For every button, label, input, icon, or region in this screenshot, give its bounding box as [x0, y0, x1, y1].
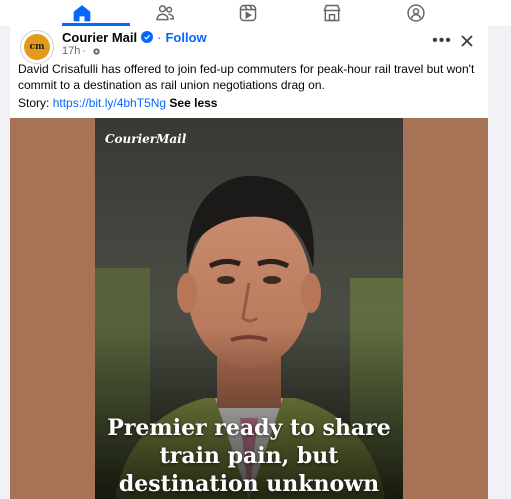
nav-marketplace-tab[interactable] — [302, 0, 362, 26]
follow-button[interactable]: Follow — [165, 30, 206, 45]
post-image: CourierMail Premier ready to share train… — [95, 118, 403, 499]
marketplace-icon — [323, 4, 341, 22]
post-meta: 17h · — [62, 45, 101, 57]
see-less-button[interactable]: See less — [169, 96, 217, 110]
courier-mail-logo: cm — [24, 34, 50, 60]
courier-mail-watermark: CourierMail — [105, 132, 187, 146]
close-icon — [461, 35, 473, 47]
post-timestamp[interactable]: 17h — [62, 45, 80, 57]
groups-icon — [407, 4, 425, 22]
nav-video-tab[interactable] — [218, 0, 278, 26]
nav-groups-tab[interactable] — [386, 0, 446, 26]
separator: · — [157, 29, 162, 45]
headline-line-2: train pain, but — [159, 443, 339, 469]
headline-line-3: destination unknown — [118, 471, 380, 497]
post-text: David Crisafulli has offered to join fed… — [18, 62, 475, 92]
story-link[interactable]: https://bit.ly/4bhT5Ng — [53, 96, 166, 110]
video-icon — [239, 4, 257, 22]
friends-icon — [156, 5, 175, 21]
close-button[interactable] — [457, 31, 477, 51]
image-headline: Premier ready to share train pain, but d… — [95, 414, 403, 498]
headline-line-1: Premier ready to share — [107, 415, 391, 441]
meta-separator: · — [82, 45, 87, 57]
nav-friends-tab[interactable] — [135, 0, 195, 26]
story-prefix: Story: — [18, 96, 53, 110]
post-header: Courier Mail · Follow — [62, 29, 207, 45]
page-avatar[interactable]: cm — [20, 30, 54, 64]
audience-icon — [93, 47, 100, 55]
post-card: cm Courier Mail · Follow 17h · ••• David… — [10, 26, 488, 499]
verified-badge-icon — [141, 31, 154, 43]
page-name-link[interactable]: Courier Mail — [62, 30, 137, 45]
more-icon: ••• — [432, 32, 452, 49]
story-line: Story: https://bit.ly/4bhT5Ng See less — [18, 95, 217, 111]
more-options-button[interactable]: ••• — [431, 32, 453, 50]
nav-home-tab[interactable] — [52, 0, 130, 26]
top-nav — [0, 0, 511, 26]
home-icon — [73, 5, 91, 22]
post-media[interactable]: CourierMail Premier ready to share train… — [10, 118, 488, 499]
